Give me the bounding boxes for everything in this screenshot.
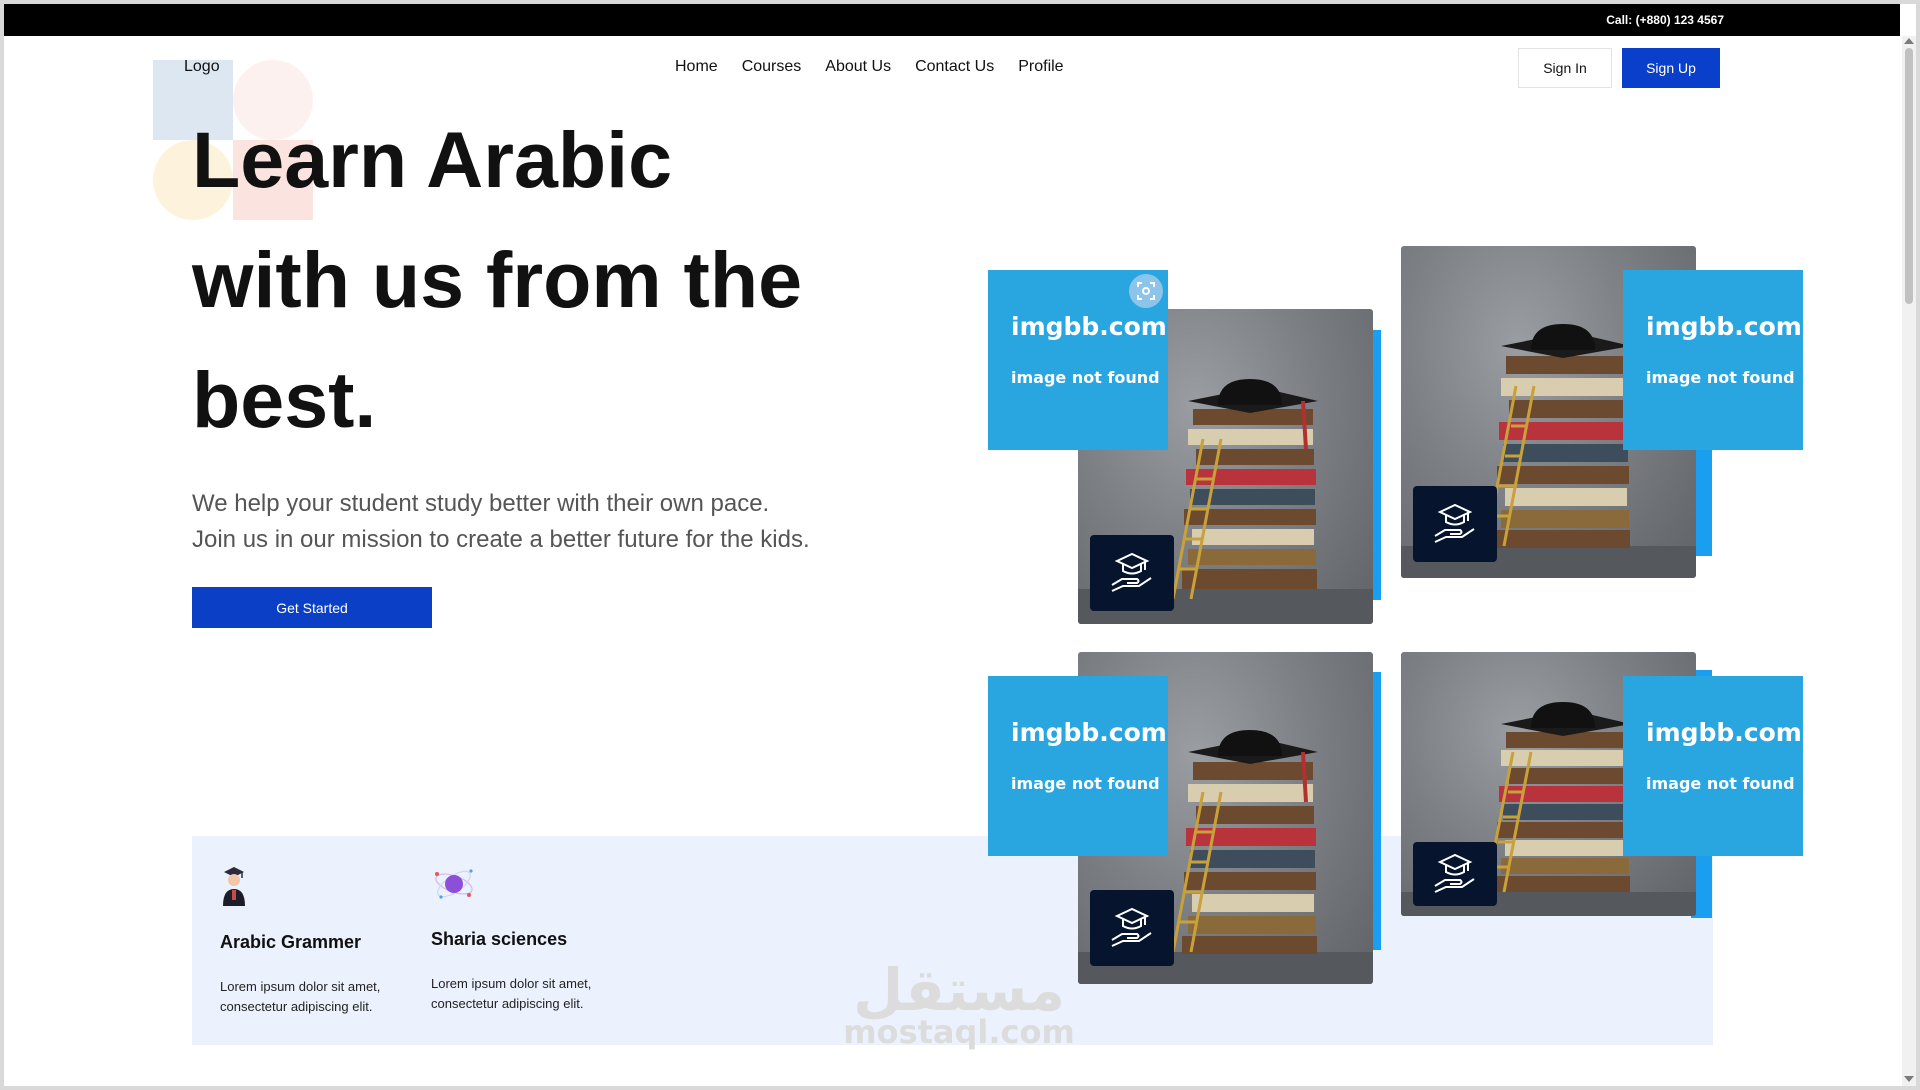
nav-about-us[interactable]: About Us <box>825 58 891 76</box>
feature-desc-line-1: Lorem ipsum dolor sit amet, <box>431 976 592 991</box>
feature-title: Sharia sciences <box>431 929 568 949</box>
nav-profile[interactable]: Profile <box>1018 58 1063 76</box>
watermark-latin: mostaql.com <box>843 1013 1075 1051</box>
mostaql-watermark: مستقل mostaql.com <box>843 955 1075 1049</box>
page-scrollbar[interactable] <box>1902 36 1916 1086</box>
feature-title: Arabic Grammer <box>220 932 362 952</box>
nav-home[interactable]: Home <box>675 58 718 76</box>
image-not-found-placeholder: imgbb.com image not found <box>1623 676 1803 856</box>
placeholder-subtitle: image not found <box>1011 368 1160 387</box>
graduation-hand-icon <box>1111 552 1152 592</box>
get-started-button[interactable]: Get Started <box>192 587 432 628</box>
scroll-thumb[interactable] <box>1905 48 1913 304</box>
placeholder-subtitle: image not found <box>1646 774 1795 793</box>
image-lens-icon[interactable] <box>1129 274 1163 308</box>
sign-in-button[interactable]: Sign In <box>1518 48 1612 88</box>
feature-description: Lorem ipsum dolor sit amet, consectetur … <box>431 974 641 1014</box>
top-contact-bar: Call: (+880) 123 4567 <box>4 4 1900 36</box>
graduation-badge <box>1413 842 1497 906</box>
placeholder-title: imgbb.com <box>1011 718 1167 747</box>
nav-courses[interactable]: Courses <box>742 58 802 76</box>
graduation-badge <box>1090 890 1174 966</box>
hero-title-line-2: with us from the <box>192 235 803 324</box>
nav-contact-us[interactable]: Contact Us <box>915 58 994 76</box>
placeholder-title: imgbb.com <box>1646 718 1802 747</box>
graduation-hand-icon <box>1111 907 1152 947</box>
sign-up-button[interactable]: Sign Up <box>1622 48 1720 88</box>
main-nav: Home Courses About Us Contact Us Profile <box>675 58 1064 76</box>
hero-desc-line-2: Join us in our mission to create a bette… <box>192 526 810 553</box>
graduation-badge <box>1090 535 1174 611</box>
placeholder-subtitle: image not found <box>1011 774 1160 793</box>
feature-desc-line-2: consectetur adipiscing elit. <box>220 999 373 1014</box>
placeholder-subtitle: image not found <box>1646 368 1795 387</box>
placeholder-title: imgbb.com <box>1011 312 1167 341</box>
call-number: Call: (+880) 123 4567 <box>1606 13 1724 27</box>
graduation-badge <box>1413 486 1497 562</box>
hero-title: Learn Arabic with us from the best. <box>192 100 912 460</box>
placeholder-title: imgbb.com <box>1646 312 1802 341</box>
graduate-student-icon <box>223 867 245 906</box>
feature-desc-line-2: consectetur adipiscing elit. <box>431 996 584 1011</box>
graduation-hand-icon <box>1434 503 1475 543</box>
scroll-up-arrow-icon[interactable] <box>1904 38 1914 44</box>
image-not-found-placeholder: imgbb.com image not found <box>988 676 1168 856</box>
feature-description: Lorem ipsum dolor sit amet, consectetur … <box>220 977 430 1017</box>
scroll-down-arrow-icon[interactable] <box>1904 1076 1914 1082</box>
graduation-hand-icon <box>1434 853 1475 893</box>
hero-title-line-1: Learn Arabic <box>192 115 673 204</box>
hero-title-line-3: best. <box>192 355 377 444</box>
site-logo[interactable]: Logo <box>184 58 220 76</box>
hero-description: We help your student study better with t… <box>192 486 892 558</box>
feature-desc-line-1: Lorem ipsum dolor sit amet, <box>220 979 381 994</box>
image-not-found-placeholder: imgbb.com image not found <box>1623 270 1803 450</box>
hero-desc-line-1: We help your student study better with t… <box>192 490 770 517</box>
atom-orbit-icon <box>435 869 473 899</box>
